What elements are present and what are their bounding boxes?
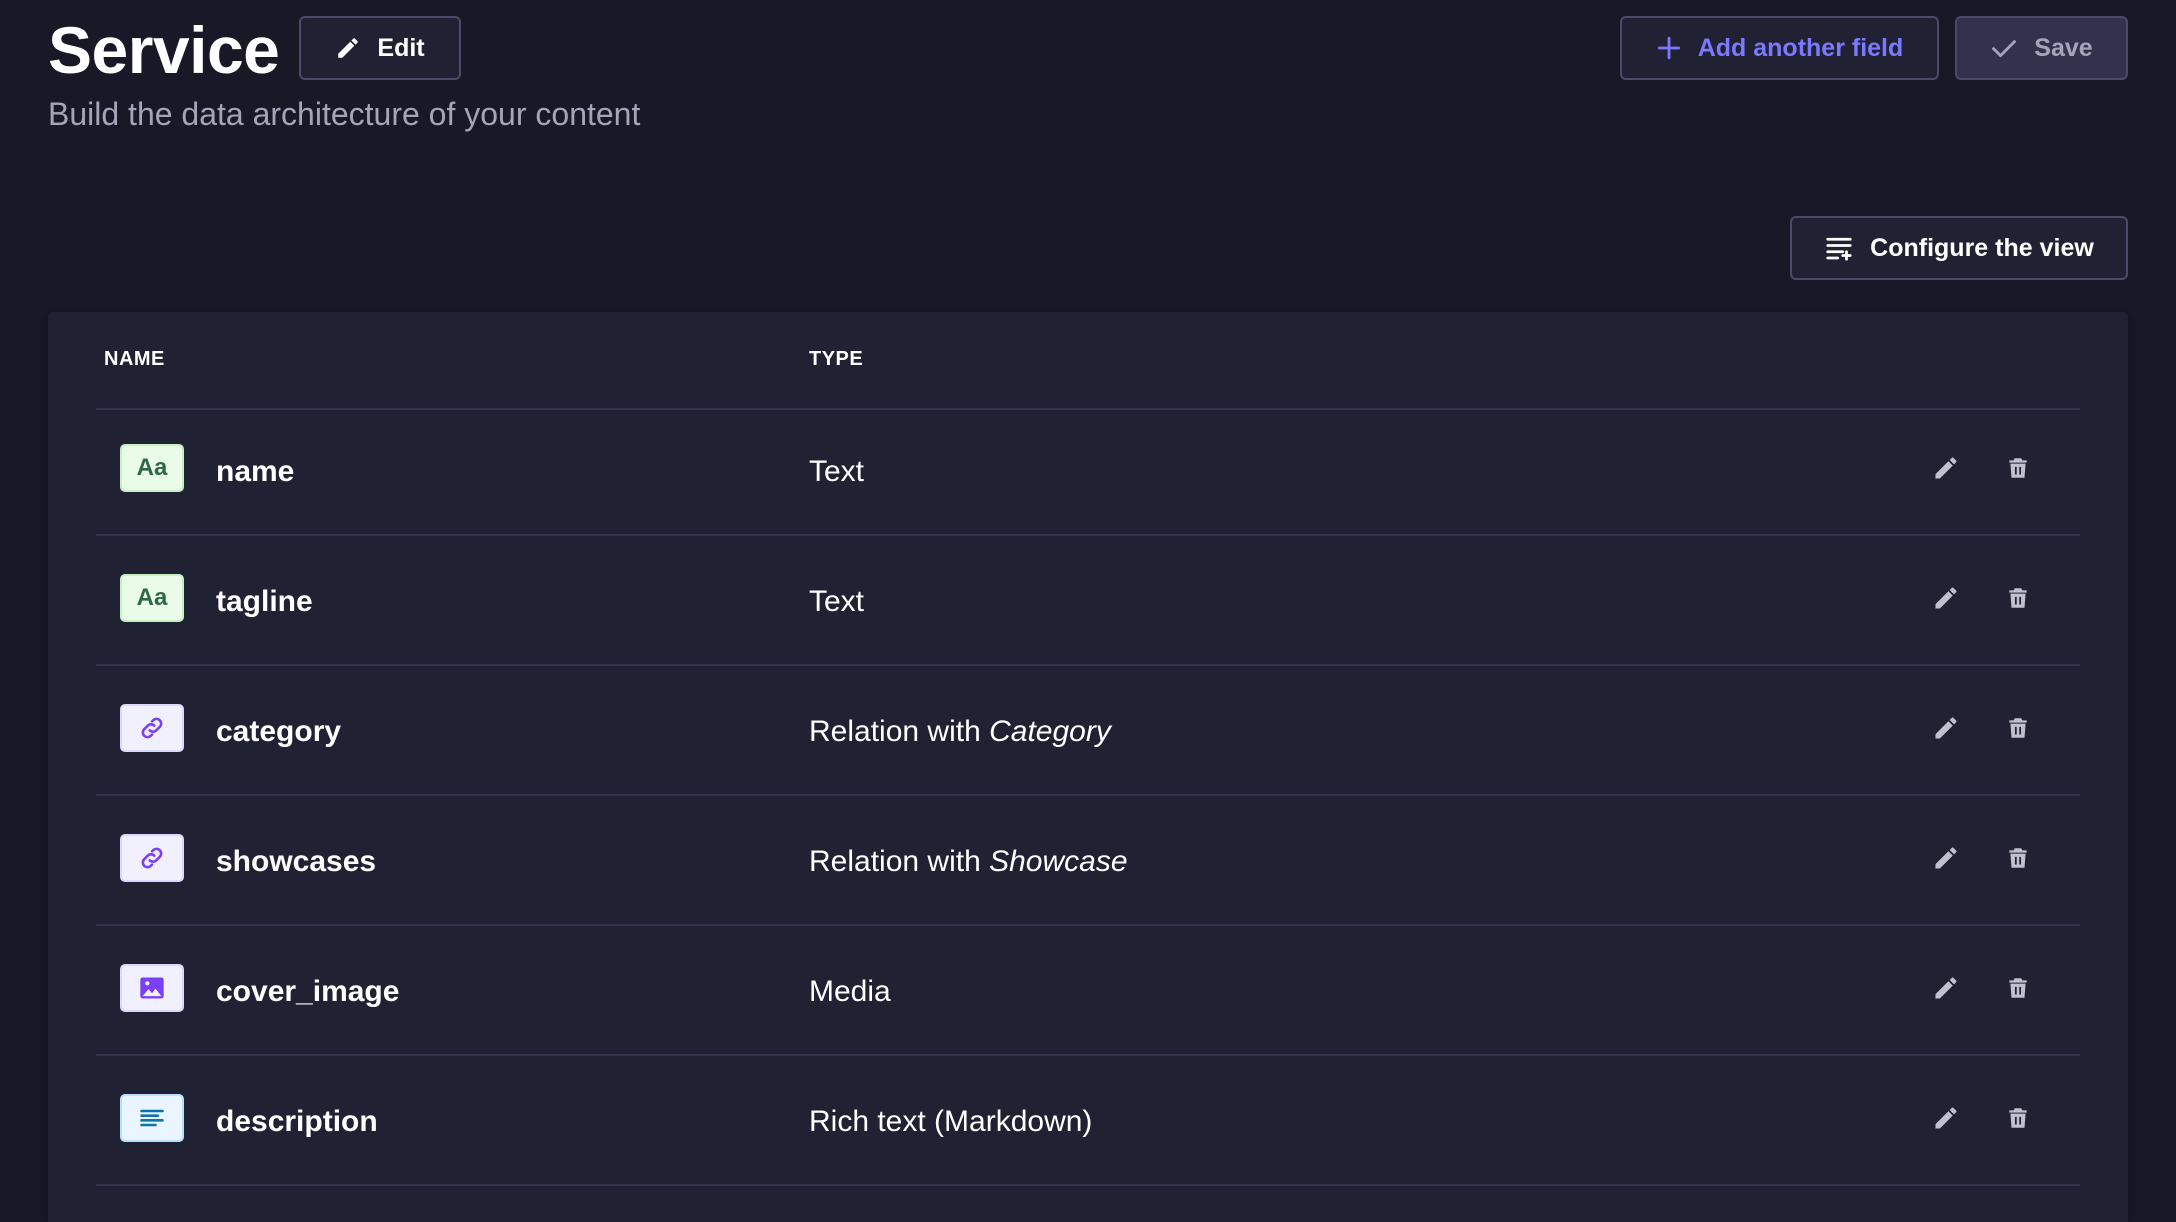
delete-field-button[interactable] [2000, 450, 2036, 486]
pencil-icon [1935, 977, 1957, 999]
table-row[interactable]: description Rich text (Markdown) [96, 1058, 2080, 1186]
richtext-icon [120, 1094, 184, 1142]
field-name: showcases [216, 845, 377, 878]
page-subtitle: Build the data architecture of your cont… [48, 96, 641, 132]
check-icon [1992, 40, 2017, 57]
edit-field-button[interactable] [1928, 1100, 1964, 1136]
text-icon: Aa [120, 574, 184, 622]
save-button[interactable]: Save [1955, 16, 2128, 80]
configure-view-button[interactable]: Configure the view [1790, 216, 2128, 280]
field-name: tagline [216, 585, 313, 618]
column-header-type: TYPE [809, 348, 864, 370]
field-name: category [216, 715, 342, 748]
configure-view-label: Configure the view [1870, 233, 2094, 262]
trash-icon [2009, 978, 2027, 998]
field-type: Rich text (Markdown) [809, 1105, 1093, 1138]
relation-target: Category [989, 715, 1111, 748]
table-row[interactable]: category Relation with Category [96, 668, 2080, 796]
pencil-icon [1935, 587, 1957, 609]
fields-table: NAME TYPE Aa name Text Aa tagline Text c… [48, 312, 2128, 1222]
field-type: Text [809, 585, 865, 618]
trash-icon [2009, 588, 2027, 608]
table-row[interactable]: showcases Relation with Showcase [96, 798, 2080, 926]
table-row[interactable]: Aa tagline Text [96, 538, 2080, 666]
field-name: description [216, 1105, 378, 1138]
pencil-icon [1935, 847, 1957, 869]
field-type: Media [809, 975, 891, 1008]
edit-button[interactable]: Edit [299, 16, 461, 80]
table-header: NAME TYPE [96, 312, 2080, 410]
list-settings-icon [1826, 237, 1852, 261]
add-another-field-label: Add another field [1697, 33, 1904, 62]
page-title: Service [48, 13, 280, 87]
field-type: Relation with Category [809, 715, 1111, 748]
edit-field-button[interactable] [1928, 450, 1964, 486]
edit-field-button[interactable] [1928, 580, 1964, 616]
add-another-field-button[interactable]: Add another field [1620, 16, 1939, 80]
trash-icon [2009, 458, 2027, 478]
text-icon: Aa [120, 444, 184, 492]
column-header-name: NAME [104, 348, 165, 370]
field-name: name [216, 455, 295, 488]
edit-field-button[interactable] [1928, 710, 1964, 746]
table-row[interactable]: cover_image Media [96, 928, 2080, 1056]
trash-icon [2009, 718, 2027, 738]
delete-field-button[interactable] [2000, 1100, 2036, 1136]
relation-target: Showcase [989, 845, 1128, 878]
media-icon [120, 964, 184, 1012]
pencil-icon [338, 38, 359, 58]
pencil-icon [1935, 717, 1957, 739]
field-type: Text [809, 455, 865, 488]
delete-field-button[interactable] [2000, 710, 2036, 746]
delete-field-button[interactable] [2000, 840, 2036, 876]
page-header: Service Edit Build the data architecture… [0, 0, 2176, 180]
save-button-label: Save [2034, 33, 2093, 62]
edit-field-button[interactable] [1928, 840, 1964, 876]
plus-icon [1657, 36, 1680, 60]
trash-icon [2009, 848, 2027, 868]
pencil-icon [1935, 1107, 1957, 1129]
field-name: cover_image [216, 975, 400, 1008]
relation-icon [120, 704, 184, 752]
table-row[interactable]: Aa name Text [96, 408, 2080, 536]
edit-button-label: Edit [377, 33, 425, 62]
relation-icon [120, 834, 184, 882]
trash-icon [2009, 1108, 2027, 1128]
delete-field-button[interactable] [2000, 970, 2036, 1006]
pencil-icon [1935, 457, 1957, 479]
field-type: Relation with Showcase [809, 845, 1128, 878]
delete-field-button[interactable] [2000, 580, 2036, 616]
edit-field-button[interactable] [1928, 970, 1964, 1006]
